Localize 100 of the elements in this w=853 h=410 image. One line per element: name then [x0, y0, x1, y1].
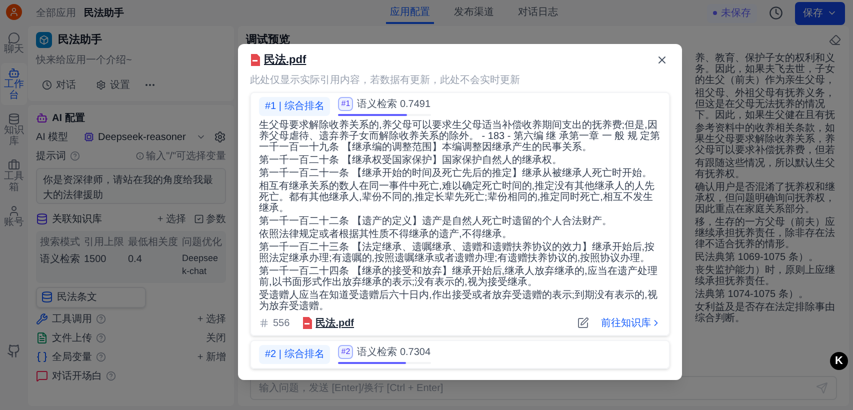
- save-button[interactable]: 保存: [795, 2, 845, 24]
- section-action[interactable]: + 新增: [197, 350, 226, 364]
- rank-tag: #1 | 综合排名: [259, 96, 330, 116]
- nav-icon: [8, 32, 20, 44]
- citation-text: 第一千一百二十四条 【继承的接受和放弃】继承开始后,继承人放弃继承的,应当在遗产处理前,以书面形式作出放弃继承的表示;没有表示的,视为接受继承。: [259, 266, 658, 288]
- dataset-icon: [41, 291, 53, 303]
- section-title: 文件上传: [52, 332, 92, 346]
- model-select[interactable]: Deepseek-reasoner: [84, 130, 206, 144]
- info-icon: [136, 152, 144, 160]
- dataset-chip[interactable]: 民法条文: [36, 286, 146, 308]
- answer-text: 女利益及是否存在法定排除事由综合判断。: [695, 302, 836, 324]
- help-icon: [106, 371, 116, 381]
- column-header: 问题优化: [182, 236, 222, 250]
- tab[interactable]: 应用配置: [386, 2, 434, 24]
- prompt-hint: 输入"/"可选择变量: [136, 148, 226, 164]
- database-icon: [36, 213, 48, 225]
- panel-title: 调试预览: [246, 32, 290, 48]
- file-icon: [36, 332, 48, 344]
- index-icon: [259, 318, 269, 328]
- field-label: 提示词: [36, 150, 66, 164]
- breadcrumb-item[interactable]: 全部应用: [36, 6, 76, 20]
- column-header: 最低相关度: [128, 236, 178, 250]
- nav-item[interactable]: 账号: [1, 201, 27, 232]
- answer-text: 确认用户是否混淆了抚养权和继承权，但问题明确询问抚养权，因此重点在家庭关系部分。: [695, 182, 836, 214]
- clock-icon: [42, 80, 52, 90]
- settings-icon: [96, 80, 106, 90]
- breadcrumb-item: 民法助手: [84, 6, 124, 20]
- answer-text: 法典第 1074-1075 条）。: [695, 288, 810, 300]
- app-action[interactable]: 对话: [36, 76, 82, 94]
- table-cell-text: Deepseek-chat: [182, 252, 220, 278]
- close-icon: [656, 54, 668, 66]
- score-index: #1: [338, 97, 354, 111]
- select-button[interactable]: + 选择: [157, 212, 186, 226]
- nav-icon: [8, 67, 20, 79]
- chunk-index: 556: [273, 316, 290, 330]
- nav-item[interactable]: 工作台: [1, 63, 27, 105]
- answer-text: 参考资料中的收养相关条款，如果生父母要求解除收养关系，养父母可以要求补偿抚养费，但若: [695, 122, 836, 156]
- dialog-title: 民法.pdf: [264, 52, 306, 68]
- citation-text: 生父母要求解除收养关系的,养父母可以要求生父母适当补偿收养期间支出的抚养费;但是,因养父母虐待、遗弃养子女而解除收养关系的除外。 - 183 - 第六编 继 承第一章 一 般 规 定第一千一百一十九条 【继承编的调整范围】本编调整因继承产生的民事关系。: [259, 120, 661, 152]
- source-file[interactable]: 民法.pdf: [316, 316, 354, 330]
- help-icon: [96, 352, 106, 362]
- app-action[interactable]: 设置: [90, 76, 136, 94]
- app-name: 民法助手: [58, 32, 102, 48]
- pdf-file-icon: [302, 317, 312, 329]
- answer-text: 丧失监护能力）时，原则上应继续承担抚养责任。: [695, 264, 836, 286]
- score-text: 语义检索 0.7491: [357, 98, 431, 112]
- checkbox-icon: [194, 214, 204, 224]
- citation-text: 第一千一百二十一条 【继承开始的时间及死亡先后的推定】继承从被继承人死亡时开始。: [259, 168, 653, 178]
- robot-icon: [36, 112, 48, 124]
- edit-icon[interactable]: [577, 317, 589, 329]
- rank-tag: #2 | 综合排名: [259, 344, 330, 364]
- person-icon: [9, 7, 19, 17]
- score-text: 语义检索 0.7304: [357, 346, 431, 360]
- section-action[interactable]: 关闭: [206, 330, 226, 346]
- citation-text: 受遗赠人应当在知道受遗赠后六十日内,作出接受或者放弃受遗赠的表示;到期没有表示的,视为放弃受遗赠。: [259, 290, 658, 312]
- section-title: 对话开场白: [52, 370, 102, 384]
- citation-text: 相互有继承关系的数人在同一事件中死亡,难以确定死亡时间的,推定没有其他继承人的人先死亡。都有其他继承人,辈份不同的,推定长辈先死亡;辈份相同的,推定同时死亡,相互不发生继承。: [259, 180, 656, 214]
- nav-icon: [8, 113, 20, 125]
- nav-icon: [8, 205, 20, 217]
- section-title: 工具调用: [52, 312, 92, 326]
- chat-bubble-icon: [36, 370, 48, 382]
- help-icon: [70, 151, 80, 161]
- field-label: AI 模型: [36, 130, 70, 144]
- answer-text: 民法典第 1069-1075 条）。: [695, 252, 820, 262]
- citation-text: 第一千一百二十二条 【遗产的定义】遗产是自然人死亡时遗留的个人合法财产。: [259, 216, 613, 226]
- section-title: AI 配置: [52, 112, 85, 126]
- nav-item[interactable]: 工具箱: [1, 155, 27, 197]
- answer-text: 祖父母、外祖父母有抚养义务，但这是在父母无法抚养的情况下。因此，如果生父健在且有抚: [695, 88, 836, 120]
- settings-icon[interactable]: [214, 131, 226, 143]
- history-icon[interactable]: [769, 6, 783, 20]
- citation-text: 依照法律规定或者根据其性质不得继承的遗产,不得继承。: [259, 228, 513, 240]
- dialog-note: 此处仅显示实际引用内容，若数据有更新，此处不会实时更新: [250, 74, 521, 88]
- answer-text: 养、教育、保护子女的权利和义务。因此，如果夫飞去世，子女的生父（前夫）作为亲生父母，: [695, 52, 836, 86]
- table-cell-text: 1500: [84, 252, 108, 266]
- braces-icon: [36, 351, 48, 363]
- citation-text: 第一千一百二十条 【继承权受国家保护】国家保护自然人的继承权。: [259, 154, 563, 166]
- app-icon: [36, 32, 52, 48]
- unsaved-status: 未保存: [707, 4, 757, 22]
- help-icon: [96, 333, 106, 343]
- answer-text: 移，生存的一方父母（前夫）应继续承担抚养责任，除非存在法律不适合抚养的情形。: [695, 216, 836, 250]
- tab[interactable]: 发布渠道: [450, 2, 498, 24]
- section-action[interactable]: + 选择: [197, 312, 226, 326]
- nav-item[interactable]: 知识库: [1, 109, 27, 151]
- answer-text: 有跟随这些情况，所以默认生父有抚养权。: [695, 158, 836, 180]
- params-button[interactable]: 参数: [194, 212, 226, 226]
- section-title: 关联知识库: [52, 212, 102, 226]
- table-cell-text: 0.4: [128, 252, 143, 266]
- help-icon: [96, 314, 106, 324]
- nav-item[interactable]: 聊天: [1, 28, 27, 59]
- pdf-file-icon: [250, 54, 260, 66]
- github-icon[interactable]: [7, 344, 21, 358]
- clear-icon[interactable]: [829, 34, 841, 46]
- tab[interactable]: 对话日志: [514, 2, 562, 24]
- knowledge-base-link[interactable]: 前往知识库: [601, 316, 661, 330]
- prompt-field[interactable]: 你是资深律师，请站在我的角度给我最大的法律援助: [36, 168, 226, 204]
- model-icon: [84, 132, 94, 142]
- app-intro: 快来给应用一个介绍~: [36, 54, 133, 68]
- user-avatar[interactable]: [6, 4, 22, 20]
- table-cell-text: 语义检索: [40, 252, 80, 266]
- column-header: 搜索模式: [40, 236, 80, 250]
